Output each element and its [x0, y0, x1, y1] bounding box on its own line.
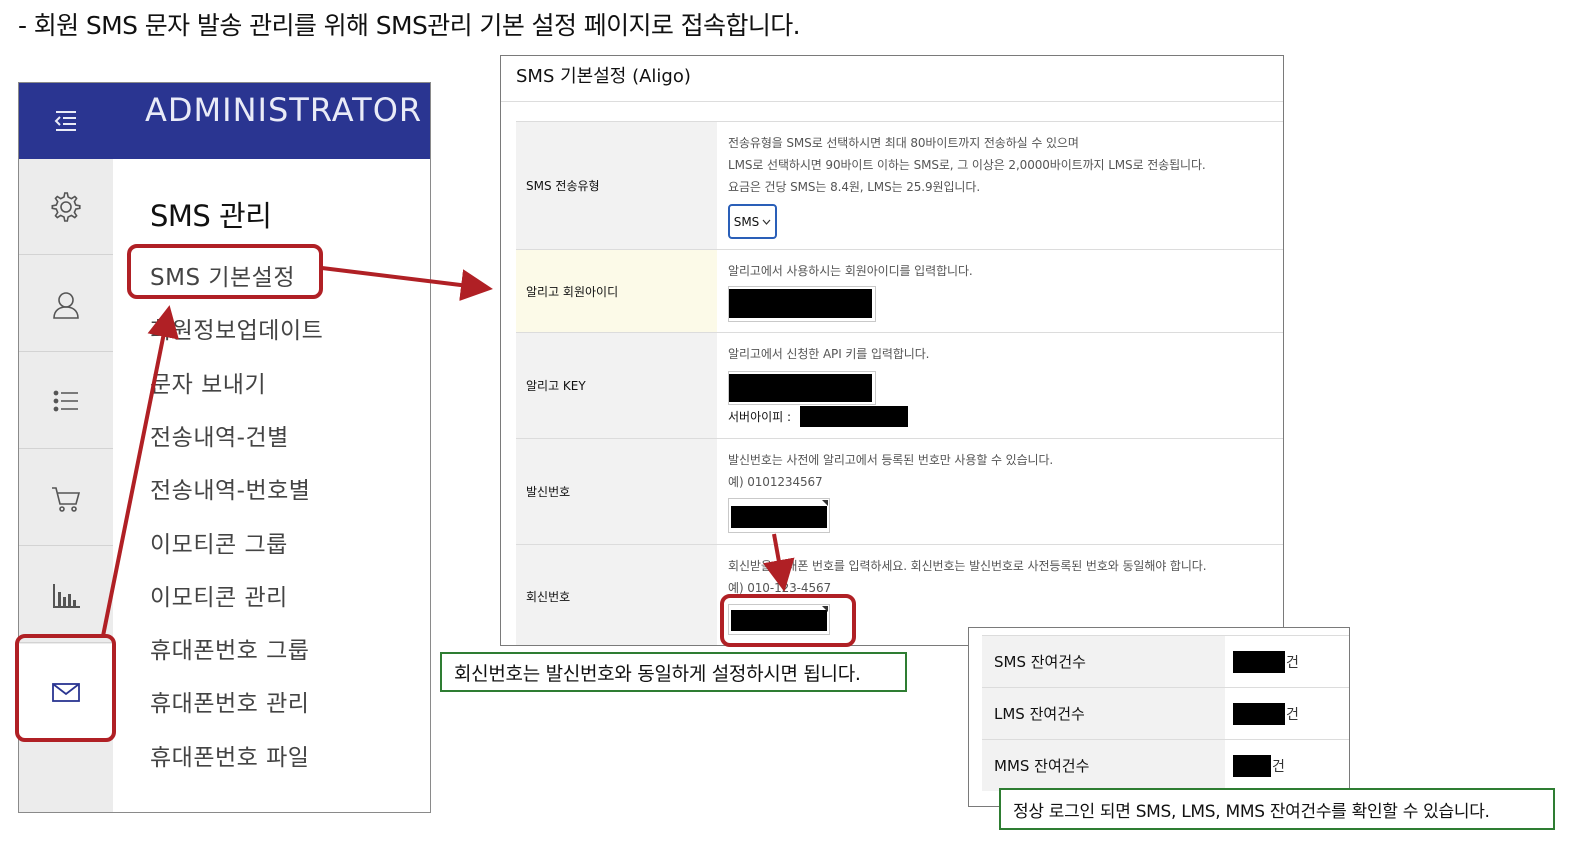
- list-icon[interactable]: [19, 353, 113, 449]
- sender-number-redacted: [731, 506, 827, 528]
- send-type-select-value: SMS: [733, 214, 760, 229]
- gear-icon[interactable]: [19, 159, 113, 255]
- reply-number-desc: 회신받을 휴대폰 번호를 입력하세요. 회신번호는 발신번호로 사전등록된 번호…: [728, 559, 1207, 573]
- row-api-key: 알리고 KEY 알리고에서 신청한 API 키를 입력합니다. 서버아이피 :: [516, 332, 1283, 438]
- chevron-down-icon: [762, 219, 771, 225]
- mms-balance-unit: 건: [1272, 758, 1285, 775]
- menu-item-phone-group[interactable]: 휴대폰번호 그룹: [150, 631, 309, 665]
- server-ip-label: 서버아이피 :: [728, 410, 792, 424]
- balance-row-lms: LMS 잔여건수 건: [982, 687, 1349, 739]
- admin-header: ADMINISTRATOR: [19, 83, 430, 159]
- sender-number-desc: 발신번호는 사전에 알리고에서 등록된 번호만 사용할 수 있습니다.: [728, 453, 1054, 467]
- sms-balance-unit: 건: [1286, 654, 1299, 671]
- row-sender-number: 발신번호 발신번호는 사전에 알리고에서 등록된 번호만 사용할 수 있습니다.…: [516, 438, 1283, 544]
- api-key-desc: 알리고에서 신청한 API 키를 입력합니다.: [728, 347, 930, 361]
- sms-balance-redacted: [1233, 650, 1285, 673]
- settings-divider: [501, 101, 1283, 102]
- send-type-desc-3: 요금은 건당 SMS는 8.4원, LMS는 25.9원입니다.: [728, 180, 981, 194]
- row-send-type: SMS 전송유형 전송유형을 SMS로 선택하시면 최대 80바이트까지 전송하…: [516, 121, 1283, 249]
- sender-number-example: 예) 0101234567: [728, 475, 823, 489]
- menu-item-member-update[interactable]: 회원정보업데이트: [150, 311, 323, 345]
- member-id-redacted: [729, 289, 872, 318]
- mms-balance-label: MMS 잔여건수: [982, 740, 1225, 791]
- balance-row-mms: MMS 잔여건수 건: [982, 739, 1349, 791]
- lms-balance-unit: 건: [1286, 706, 1299, 723]
- menu-item-emoticon-manage[interactable]: 이모티콘 관리: [150, 578, 288, 612]
- api-key-redacted: [729, 374, 872, 402]
- send-type-select[interactable]: SMS: [728, 204, 777, 239]
- balance-note: 정상 로그인 되면 SMS, LMS, MMS 잔여건수를 확인할 수 있습니다…: [999, 788, 1555, 830]
- cart-icon[interactable]: [19, 450, 113, 546]
- api-key-input[interactable]: [728, 371, 876, 405]
- sms-balance-label: SMS 잔여건수: [982, 636, 1225, 687]
- menu-item-phone-file[interactable]: 휴대폰번호 파일: [150, 738, 309, 772]
- lms-balance-redacted: [1233, 702, 1285, 725]
- reply-field-highlight: [720, 594, 856, 647]
- menu-title: SMS 관리: [150, 199, 272, 233]
- resize-handle-icon: [822, 500, 828, 506]
- send-type-label: SMS 전송유형: [516, 122, 717, 249]
- menu-item-history-by-number[interactable]: 전송내역-번호별: [150, 471, 310, 505]
- menu-item-phone-manage[interactable]: 휴대폰번호 관리: [150, 684, 309, 718]
- balance-panel: SMS 잔여건수 건 LMS 잔여건수 건 MMS 잔여건수 건: [968, 627, 1350, 807]
- menu-item-history-by-case[interactable]: 전송내역-건별: [150, 418, 289, 452]
- user-icon[interactable]: [19, 256, 113, 352]
- sender-number-label: 발신번호: [516, 439, 717, 544]
- sender-number-input[interactable]: [728, 498, 830, 533]
- row-member-id: 알리고 회원아이디 알리고에서 사용하시는 회원아이디를 입력합니다.: [516, 249, 1283, 332]
- mms-balance-redacted: [1233, 754, 1271, 777]
- intro-text: - 회원 SMS 문자 발송 관리를 위해 SMS관리 기본 설정 페이지로 접…: [18, 11, 801, 40]
- reply-number-note: 회신번호는 발신번호와 동일하게 설정하시면 됩니다.: [440, 652, 907, 692]
- hamburger-menu-icon[interactable]: [19, 83, 113, 159]
- send-type-desc-2: LMS로 선택하시면 90바이트 이하는 SMS로, 그 이상은 2,0000바…: [728, 158, 1206, 172]
- member-id-input[interactable]: [728, 286, 876, 322]
- admin-title: ADMINISTRATOR: [145, 91, 423, 129]
- menu-item-send-message[interactable]: 문자 보내기: [150, 365, 266, 399]
- member-id-desc: 알리고에서 사용하시는 회원아이디를 입력합니다.: [728, 264, 973, 278]
- api-key-label: 알리고 KEY: [516, 333, 717, 438]
- sms-settings-panel: SMS 기본설정 (Aligo) SMS 전송유형 전송유형을 SMS로 선택하…: [500, 55, 1284, 646]
- mail-icon-highlight: [15, 634, 116, 742]
- sms-settings-highlight: [127, 244, 323, 299]
- lms-balance-label: LMS 잔여건수: [982, 688, 1225, 739]
- reply-number-label: 회신번호: [516, 545, 717, 645]
- settings-title: SMS 기본설정 (Aligo): [516, 66, 691, 87]
- server-ip-redacted: [800, 406, 908, 427]
- balance-row-sms: SMS 잔여건수 건: [982, 635, 1349, 687]
- member-id-label: 알리고 회원아이디: [516, 250, 717, 332]
- bar-chart-icon[interactable]: [19, 547, 113, 643]
- menu-item-emoticon-group[interactable]: 이모티콘 그룹: [150, 525, 288, 559]
- send-type-desc-1: 전송유형을 SMS로 선택하시면 최대 80바이트까지 전송하실 수 있으며: [728, 136, 1079, 150]
